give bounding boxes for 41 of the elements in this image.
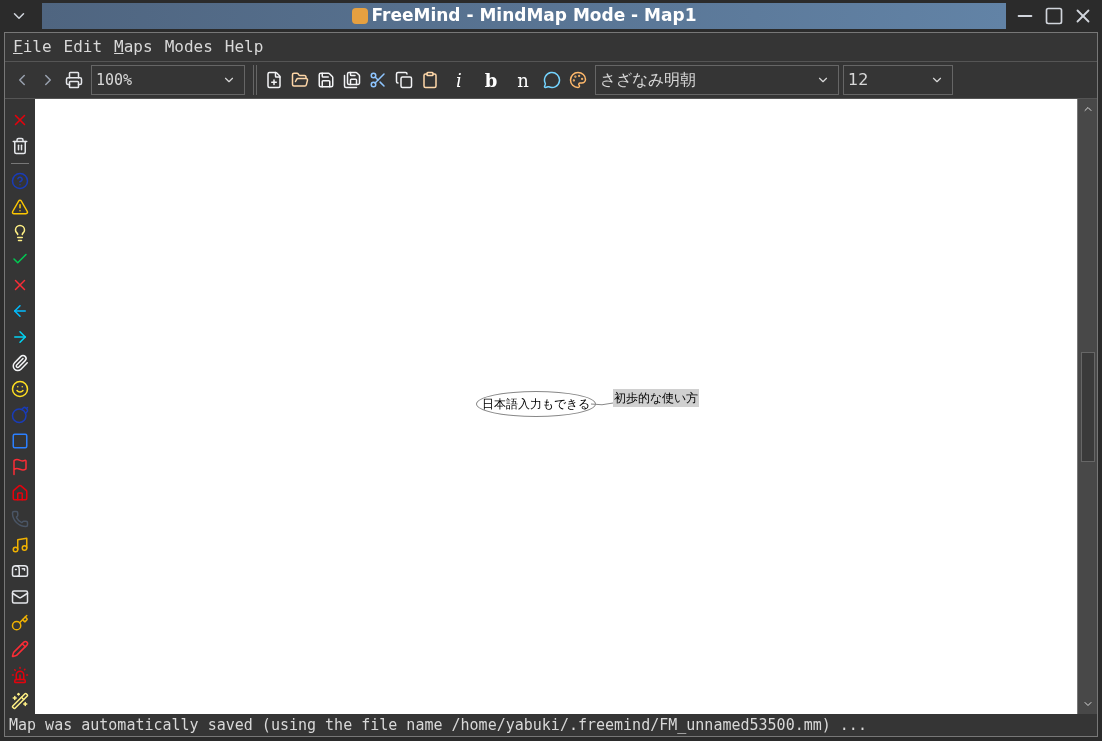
font-family-combo[interactable]: さざなみ明朝 xyxy=(595,65,839,95)
connector-line xyxy=(591,402,613,406)
envelope-icon[interactable] xyxy=(11,588,29,606)
smiley-icon[interactable] xyxy=(11,380,29,398)
window-title: FreeMind - MindMap Mode - Map1 xyxy=(371,4,697,28)
house-icon[interactable] xyxy=(11,484,29,502)
paperclip-icon[interactable] xyxy=(11,354,29,372)
palette-icon[interactable] xyxy=(569,71,587,89)
key-icon[interactable] xyxy=(11,614,29,632)
music-icon[interactable] xyxy=(11,536,29,554)
menu-item[interactable]: Help xyxy=(220,35,268,59)
zoom-combo[interactable]: 100% xyxy=(91,65,245,95)
menu-item[interactable]: Maps xyxy=(110,35,157,59)
scrollbar[interactable] xyxy=(1077,99,1097,714)
magic-wand-icon[interactable] xyxy=(11,692,29,710)
speech-bubble-icon[interactable] xyxy=(543,71,561,89)
new-file-icon[interactable] xyxy=(265,71,283,89)
signal-light-icon[interactable] xyxy=(11,666,29,684)
arrow-right-icon[interactable] xyxy=(11,328,29,346)
status-text: Map was automatically saved (using the file name /home/yabuki/.freemind/FM_unnamed53500.mm) ... xyxy=(8,715,868,736)
trash-icon[interactable] xyxy=(11,137,29,155)
format-button[interactable]: b xyxy=(479,66,503,94)
menu-item[interactable]: File xyxy=(9,35,56,59)
menu-item[interactable]: Modes xyxy=(160,35,217,59)
pencil-icon[interactable] xyxy=(11,640,29,658)
printer-icon[interactable] xyxy=(65,71,83,89)
flag-icon[interactable] xyxy=(11,458,29,476)
folder-icon[interactable] xyxy=(291,71,309,89)
cut-icon[interactable] xyxy=(369,71,387,89)
paste-icon[interactable] xyxy=(421,71,439,89)
font-size-combo[interactable]: 12 xyxy=(843,65,953,95)
save-icon[interactable] xyxy=(317,71,335,89)
scroll-thumb[interactable] xyxy=(1080,351,1095,462)
format-button[interactable]: n xyxy=(511,66,535,94)
maximize-icon[interactable] xyxy=(1044,6,1064,26)
menu-item[interactable]: Edit xyxy=(59,35,107,59)
format-button[interactable]: i xyxy=(447,66,471,94)
child-node[interactable]: 初歩的な使い方 xyxy=(613,389,699,407)
warning-icon[interactable] xyxy=(11,198,29,216)
save-as-icon[interactable] xyxy=(343,71,361,89)
copy-icon[interactable] xyxy=(395,71,413,89)
